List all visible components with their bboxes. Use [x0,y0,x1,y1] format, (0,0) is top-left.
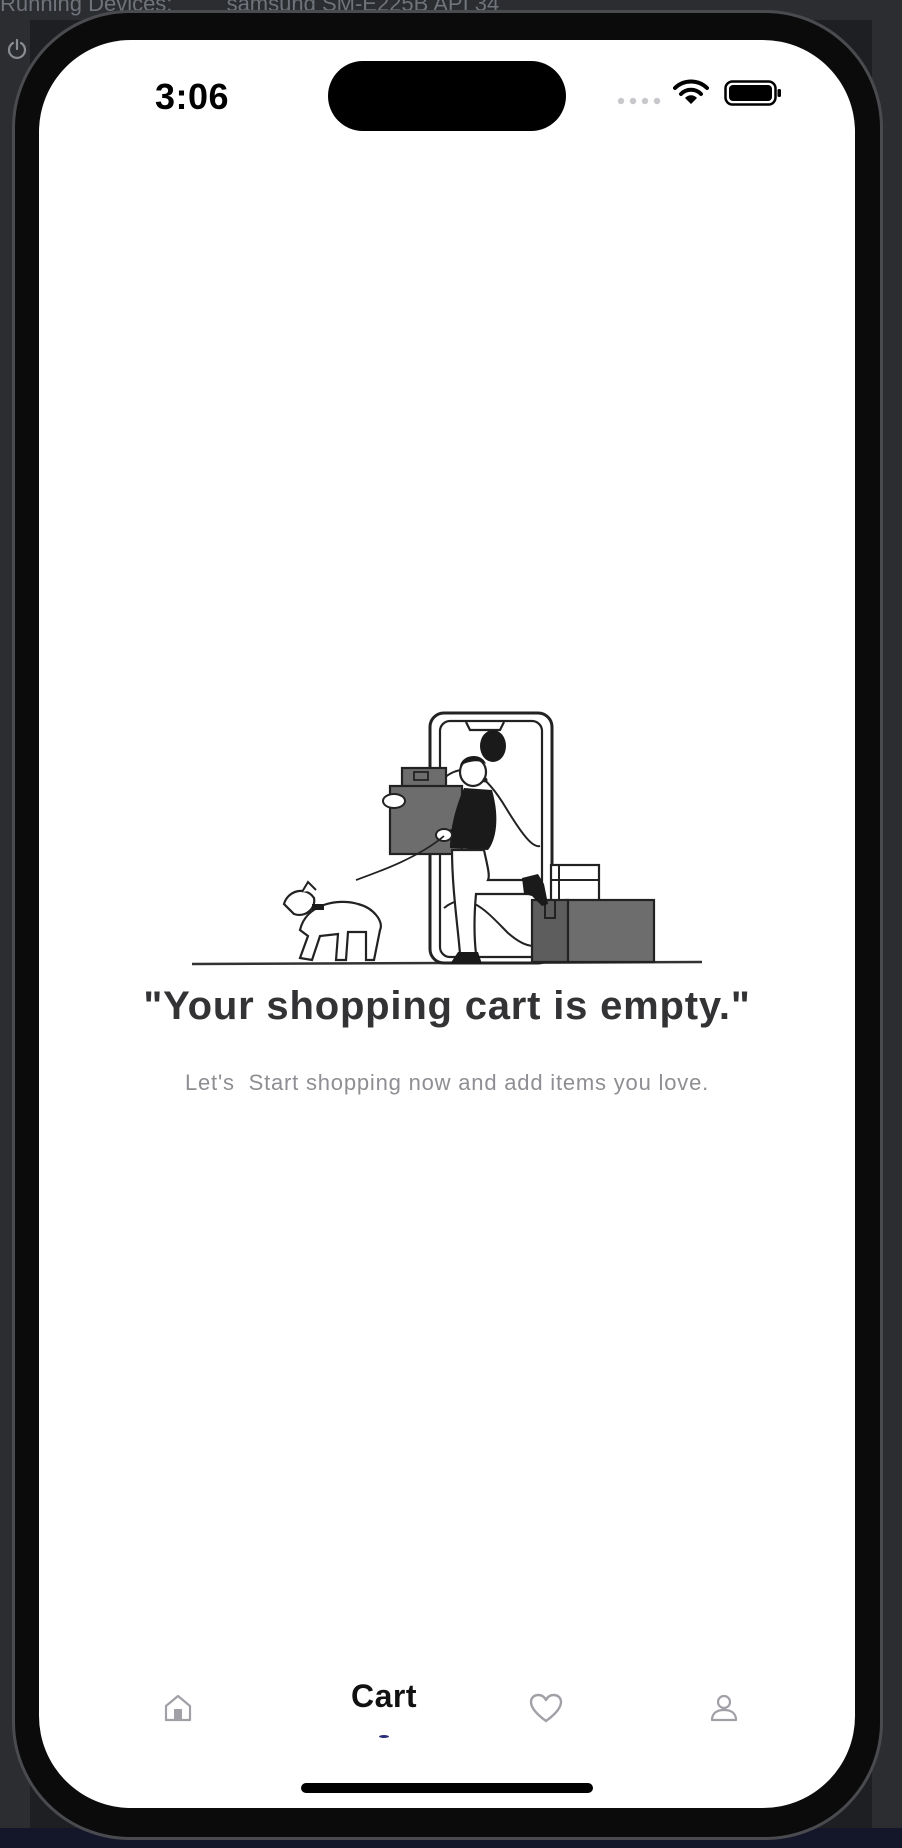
ide-device-tab[interactable]: samsung SM-E225B API 34 [227,0,500,15]
tab-profile[interactable] [694,1678,754,1738]
empty-cart-subtitle: Let's Start shopping now and add items y… [184,1070,710,1095]
tab-favorites[interactable] [516,1678,576,1738]
home-icon [164,1694,192,1722]
tab-cart-label: Cart [350,1678,417,1714]
person-icon [710,1694,738,1722]
tab-cart[interactable]: Cart [299,1678,469,1738]
empty-cart-illustration [191,711,703,966]
active-tab-indicator [379,1735,389,1738]
wifi-icon [673,79,709,104]
bottom-tab-bar: Cart [39,1660,855,1760]
status-time: 3:06 [155,76,230,117]
phone-screen: 3:06 "Your shopping cart is empty." Let'… [39,40,855,1808]
empty-cart-title: "Your shopping cart is empty." [143,984,751,1028]
home-indicator[interactable] [301,1783,593,1793]
heart-icon [529,1693,563,1723]
dynamic-island [328,61,566,131]
power-icon[interactable] [6,38,28,60]
ide-running-devices-label: Running Devices: [0,0,173,16]
battery-icon [724,80,781,106]
tab-home[interactable] [148,1678,208,1738]
cellular-signal-icon [617,97,661,105]
